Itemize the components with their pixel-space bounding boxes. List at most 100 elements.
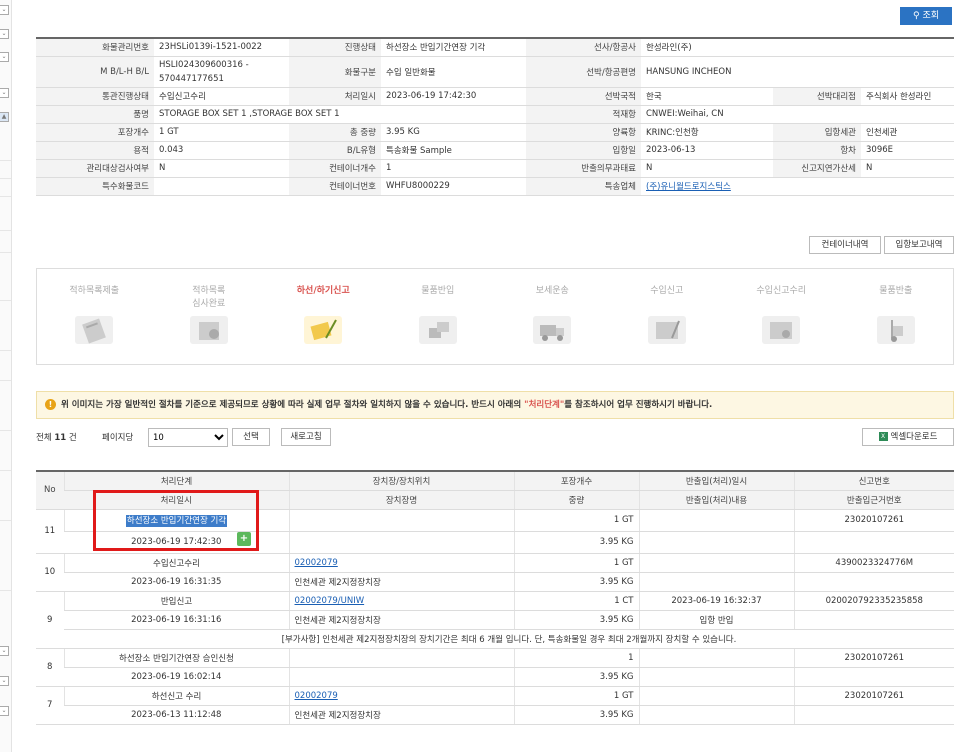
value-penalty: N [641, 159, 773, 178]
arrival-report-button[interactable]: 입항보고내역 [884, 236, 954, 254]
value-volume: 0.043 [154, 141, 289, 160]
refresh-button[interactable]: 새로고침 [281, 428, 331, 446]
header-location: 장치장/장치위치 [288, 471, 514, 491]
approved-form-icon [762, 316, 801, 344]
header-packages: 포장개수 [513, 471, 639, 491]
label-cargo-no: 화물관리번호 [36, 38, 154, 57]
value-container-count: 1 [381, 159, 526, 178]
left-panel-strip: ⌄ ⌄ ⌄ ⌄ ▲ ⌄ ⌄ ⌄ [0, 0, 12, 752]
label-item: 품명 [36, 105, 154, 124]
label-volume: 용적 [36, 141, 154, 160]
value-cargo-type: 수입 일반화물 [381, 56, 526, 88]
dropdown-arrow-icon[interactable]: ⌄ [0, 676, 9, 686]
container-details-button[interactable]: 컨테이너내역 [809, 236, 881, 254]
value-packages: 1 GT [154, 123, 289, 142]
cargo-info-table: 화물관리번호 23HSLi0139i-1521-0022 진행상태 하선장소 반… [36, 37, 954, 196]
location-link[interactable]: 02002079 [295, 691, 338, 701]
value-bl-type: 특송화물 Sample [381, 141, 526, 160]
label-container-count: 컨테이너개수 [289, 159, 381, 178]
label-loading-port: 적재항 [526, 105, 641, 124]
storage-note: [부가사항] 인천세관 제2지정장치장의 장치기간은 최대 6 개월 입니다. … [64, 629, 954, 649]
dropdown-arrow-icon[interactable]: ⌄ [0, 646, 9, 656]
header-io-content: 반출입(처리)내용 [638, 490, 794, 510]
label-bl-type: B/L유형 [289, 141, 381, 160]
truck-icon [533, 316, 572, 344]
notice-banner: ! 위 이미지는 가장 일반적인 절차를 기준으로 제공되므로 상황에 따라 실제… [36, 391, 954, 419]
table-row: 10 수입신고수리 02002079 1 GT 4390023324776M [36, 553, 954, 592]
value-inspection: N [154, 159, 289, 178]
scroll-up-icon[interactable]: ▲ [0, 112, 9, 122]
dropdown-arrow-icon[interactable]: ⌄ [0, 52, 9, 62]
stamp-icon [189, 316, 228, 344]
per-page-label: 페이지당 [102, 433, 134, 443]
boxes-icon [418, 316, 457, 344]
search-button[interactable]: ⚲ 조회 [900, 7, 952, 25]
header-no: No [36, 471, 64, 510]
label-late-fee: 신고지연가산세 [773, 159, 861, 178]
per-page-select[interactable]: 10 [148, 428, 228, 447]
courier-link[interactable]: (주)유니월드로지스틱스 [646, 182, 731, 192]
header-io-date: 반출입(처리)일시 [638, 471, 794, 491]
dropdown-arrow-icon[interactable]: ⌄ [0, 706, 9, 716]
excel-icon: X [878, 432, 888, 441]
label-weight: 총 중량 [289, 123, 381, 142]
location-link[interactable]: 02002079/UNIW [295, 596, 365, 606]
header-weight: 중량 [513, 490, 639, 510]
value-processed-at: 2023-06-19 17:42:30 [381, 87, 526, 106]
value-item: STORAGE BOX SET 1 ,STORAGE BOX SET 1 [154, 105, 526, 124]
label-cargo-type: 화물구분 [289, 56, 381, 88]
value-arrival-date: 2023-06-13 [641, 141, 773, 160]
value-loading-port: CNWEI:Weihai, CN [641, 105, 954, 124]
table-row: 2023-06-19 16:02:14 3.95 KG [36, 667, 954, 687]
document-pen-icon [304, 316, 343, 344]
clipboard-icon [75, 316, 114, 344]
value-clearance: 수입신고수리 [154, 87, 289, 106]
plus-icon[interactable]: + [237, 532, 251, 546]
value-agent: 주식회사 한성라인 [861, 87, 954, 106]
highlight-annotation-box [93, 490, 259, 551]
step-manifest-review: 적하목록 심사완료 [152, 269, 267, 364]
select-button[interactable]: 선택 [232, 428, 270, 446]
table-row: 2023-06-19 16:31:35 인천세관 제2지정장치장 3.95 KG [36, 572, 954, 592]
label-container-no: 컨테이너번호 [289, 177, 381, 196]
table-row: 2023-06-19 16:31:16 인천세관 제2지정장치장 3.95 KG… [36, 610, 954, 630]
label-agent: 선박대리점 [773, 87, 861, 106]
dropdown-arrow-icon[interactable]: ⌄ [0, 29, 9, 39]
header-basis-no: 반출입근거번호 [793, 490, 954, 510]
step-goods-entry: 물품반입 [381, 269, 496, 364]
label-inspection: 관리대상검사여부 [36, 159, 154, 178]
step-bonded-transport: 보세운송 [495, 269, 610, 364]
table-row: 8 하선장소 반입기간연장 승인신청 1 23020107261 [36, 648, 954, 687]
value-unloading-port: KRINC:인천항 [641, 123, 773, 142]
value-bl: HSLI024309600316 - 570447177651 [154, 56, 289, 88]
value-status: 하선장소 반입기간연장 기각 [381, 38, 526, 57]
label-bl: M B/L-H B/L [36, 56, 154, 88]
label-packages: 포장개수 [36, 123, 154, 142]
label-unloading-port: 양륙항 [526, 123, 641, 142]
label-clearance: 통관진행상태 [36, 87, 154, 106]
label-special-code: 특수화물코드 [36, 177, 154, 196]
label-penalty: 반출의무과태료 [526, 159, 641, 178]
value-nationality: 한국 [641, 87, 773, 106]
label-processed-at: 처리일시 [289, 87, 381, 106]
declaration-form-icon [647, 316, 686, 344]
value-voyage: 3096E [861, 141, 954, 160]
value-customs: 인천세관 [861, 123, 954, 142]
dropdown-arrow-icon[interactable]: ⌄ [0, 88, 9, 98]
excel-download-button[interactable]: X 엑셀다운로드 [862, 428, 954, 446]
total-count: 전체 11 건 [36, 433, 77, 443]
step-manifest-submit: 적하목록제출 [37, 269, 152, 364]
value-special-code [154, 177, 289, 196]
header-step: 처리단계 [63, 471, 289, 491]
value-weight: 3.95 KG [381, 123, 526, 142]
process-steps: 적하목록제출 적하목록 심사완료 하선/하기신고 물품반입 보세운송 수입신고 … [36, 268, 954, 365]
header-location-name: 장치장명 [288, 490, 514, 510]
value-vessel: HANSUNG INCHEON [641, 56, 954, 88]
header-report-no: 신고번호 [793, 471, 954, 491]
dropdown-arrow-icon[interactable]: ⌄ [0, 5, 9, 15]
step-import-accepted: 수입신고수리 [724, 269, 839, 364]
step-goods-release: 물품반출 [839, 269, 954, 364]
list-toolbar: 전체 11 건 페이지당 10 선택 새로고침 X 엑셀다운로드 [36, 428, 954, 448]
label-customs: 입항세관 [773, 123, 861, 142]
location-link[interactable]: 02002079 [295, 558, 338, 568]
